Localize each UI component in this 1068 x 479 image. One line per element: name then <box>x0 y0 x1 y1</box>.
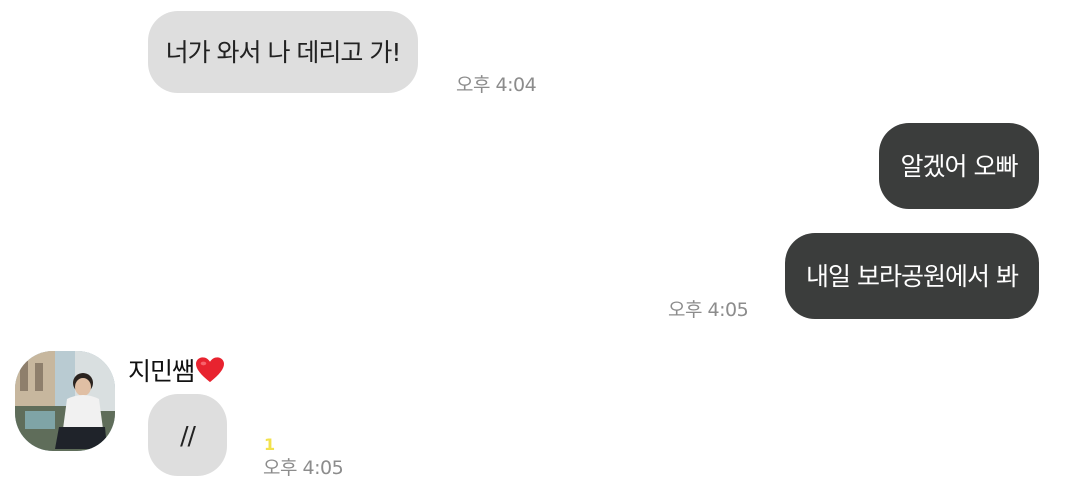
message-bubble-incoming[interactable]: // <box>148 394 227 476</box>
message-bubble-outgoing[interactable]: 내일 보라공원에서 봐 <box>785 233 1039 319</box>
avatar[interactable] <box>15 351 115 451</box>
heart-icon <box>196 357 225 383</box>
avatar-photo <box>15 351 115 451</box>
message-text: 너가 와서 나 데리고 가! <box>165 37 402 67</box>
message-text: 알겠어 오빠 <box>900 151 1019 181</box>
message-bubble-incoming[interactable]: 너가 와서 나 데리고 가! <box>148 11 418 93</box>
sender-name-text: 지민쌤 <box>128 357 195 386</box>
message-text: 내일 보라공원에서 봐 <box>806 261 1019 291</box>
message-text: // <box>180 420 196 450</box>
message-timestamp: 오후 4:04 <box>456 74 537 96</box>
message-timestamp: 오후 4:05 <box>263 457 344 479</box>
message-timestamp: 오후 4:05 <box>668 299 749 321</box>
unread-count: 1 <box>264 435 276 454</box>
message-bubble-outgoing[interactable]: 알겠어 오빠 <box>879 123 1039 209</box>
sender-name: 지민쌤 <box>128 352 225 388</box>
